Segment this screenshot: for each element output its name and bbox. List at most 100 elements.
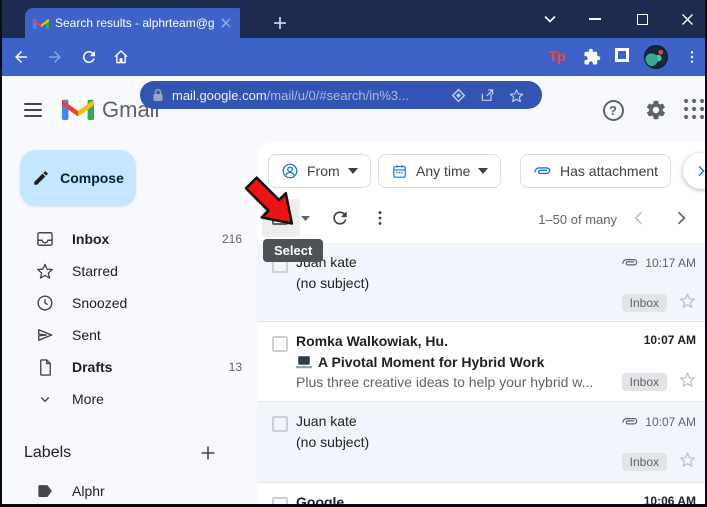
tp-extension-icon[interactable]: Tp	[549, 48, 565, 64]
side-panel-icon[interactable]	[615, 48, 629, 62]
share-icon[interactable]	[472, 87, 502, 103]
compose-button[interactable]: Compose	[20, 150, 136, 206]
sidebar-item-label: Snoozed	[72, 295, 127, 311]
sidebar-item-label: Starred	[72, 263, 118, 279]
calendar-icon	[391, 163, 408, 180]
pencil-icon	[32, 169, 50, 187]
more-options-icon[interactable]	[370, 208, 390, 228]
email-subject-line: A Pivotal Moment for Hybrid Work	[296, 354, 544, 370]
profile-avatar[interactable]	[644, 45, 668, 69]
email-time: 10:07 AM	[644, 333, 696, 347]
labels-section-header: Labels	[0, 438, 248, 468]
sidebar-label-alphr[interactable]: Alphr	[12, 476, 248, 506]
settings-gear-icon[interactable]	[643, 97, 669, 123]
gmail-favicon-icon	[33, 17, 49, 29]
create-label-plus-icon[interactable]	[196, 441, 220, 465]
window-maximize-button[interactable]	[628, 6, 656, 32]
filter-chip-any-time[interactable]: Any time	[378, 154, 501, 188]
filter-chip-label: Has attachment	[560, 163, 658, 179]
home-button[interactable]	[108, 45, 134, 69]
mail-list-pane: From Any time Has attachment	[257, 142, 705, 507]
filter-chip-label: From	[307, 163, 340, 179]
label-tag-icon	[34, 482, 56, 501]
filter-chip-label: Any time	[416, 163, 470, 179]
address-bar[interactable]: mail.google.com/mail/u/0/#search/in%3...	[140, 81, 542, 109]
email-row[interactable]: Juan kate 10:17 AM (no subject) Inbox	[257, 243, 705, 322]
browser-menu-icon[interactable]	[680, 45, 704, 69]
older-page-chevron-icon[interactable]	[671, 208, 691, 228]
red-annotation-arrow	[228, 168, 296, 232]
chevron-right-icon	[693, 163, 705, 179]
new-tab-button[interactable]	[268, 11, 292, 35]
sidebar-item-starred[interactable]: Starred	[12, 256, 248, 286]
tab-title: Search results - alphrteam@gmai	[55, 16, 214, 30]
caret-down-icon	[478, 168, 488, 174]
draft-file-icon	[34, 358, 56, 377]
sidebar-item-label: Alphr	[72, 483, 105, 499]
help-icon[interactable]: ?	[600, 97, 626, 123]
browser-window: Search results - alphrteam@gmai	[0, 0, 707, 507]
url-path: /mail/u/0/#search/in%3...	[267, 88, 409, 103]
sidebar-item-more[interactable]: More	[12, 384, 248, 414]
labels-title: Labels	[24, 444, 71, 462]
email-checkbox[interactable]	[272, 336, 288, 352]
email-subject: (no subject)	[296, 434, 369, 450]
extensions-puzzle-icon[interactable]	[581, 46, 603, 68]
reload-button[interactable]	[76, 45, 102, 69]
newer-page-chevron-icon[interactable]	[629, 208, 649, 228]
sidebar-item-label: Drafts	[72, 359, 112, 375]
email-subject: A Pivotal Moment for Hybrid Work	[318, 354, 544, 370]
sidebar-item-count: 13	[229, 360, 242, 374]
email-subject: (no subject)	[296, 275, 369, 291]
url-text: mail.google.com/mail/u/0/#search/in%3...	[172, 88, 409, 103]
window-close-button[interactable]	[673, 6, 701, 32]
pagination-text: 1–50 of many	[487, 212, 617, 227]
select-tooltip: Select	[263, 239, 323, 262]
reader-diamond-icon[interactable]	[444, 88, 472, 103]
email-sender: Romka Walkowiak, Hu.	[296, 333, 448, 349]
window-border-left	[0, 0, 2, 507]
star-icon	[34, 261, 56, 281]
inbox-icon	[34, 229, 56, 249]
sidebar-item-snoozed[interactable]: Snoozed	[12, 288, 248, 318]
star-toggle-icon[interactable]	[678, 370, 697, 389]
paperclip-icon	[533, 162, 552, 181]
compose-label: Compose	[60, 170, 124, 186]
chips-scroll-right-button[interactable]	[683, 153, 705, 189]
browser-tab[interactable]: Search results - alphrteam@gmai	[25, 8, 240, 38]
attachment-paperclip-icon	[621, 413, 639, 431]
send-icon	[34, 325, 56, 345]
email-row[interactable]: Romka Walkowiak, Hu. 10:07 AM A Pivotal …	[257, 322, 705, 402]
clock-icon	[34, 293, 56, 313]
window-minimize-button[interactable]	[581, 6, 609, 32]
sidebar-item-inbox[interactable]: Inbox 216	[12, 224, 248, 254]
caret-down-icon	[348, 168, 358, 174]
email-checkbox[interactable]	[272, 416, 288, 432]
window-chevron-button[interactable]	[536, 6, 564, 32]
star-toggle-icon[interactable]	[678, 291, 697, 310]
google-apps-grid-icon[interactable]	[684, 99, 704, 119]
laptop-emoji-icon	[296, 356, 312, 369]
email-time: 10:17 AM	[645, 256, 696, 270]
attachment-paperclip-icon	[621, 254, 639, 272]
back-button[interactable]	[8, 45, 34, 69]
sidebar-item-drafts[interactable]: Drafts 13	[12, 352, 248, 382]
bookmark-star-icon[interactable]	[502, 87, 530, 104]
email-sender: Juan kate	[296, 413, 357, 429]
star-toggle-icon[interactable]	[678, 450, 697, 469]
refresh-icon[interactable]	[330, 208, 350, 228]
inbox-badge: Inbox	[622, 453, 667, 471]
filter-chip-has-attachment[interactable]: Has attachment	[520, 154, 671, 188]
inbox-badge: Inbox	[622, 373, 667, 391]
select-dropdown-caret[interactable]	[301, 216, 310, 221]
sidebar-item-sent[interactable]: Sent	[12, 320, 248, 350]
browser-toolbar: mail.google.com/mail/u/0/#search/in%3...…	[0, 38, 707, 76]
sidebar-item-label: Sent	[72, 327, 101, 343]
main-menu-icon[interactable]	[24, 99, 42, 121]
tab-title-fade	[214, 8, 240, 38]
email-row[interactable]: Juan kate 10:07 AM (no subject) Inbox	[257, 402, 705, 483]
email-snippet: Plus three creative ideas to help your h…	[296, 374, 601, 390]
gmail-logo-icon	[62, 96, 94, 120]
forward-button[interactable]	[42, 45, 68, 69]
sidebar-item-label: Inbox	[72, 231, 109, 247]
